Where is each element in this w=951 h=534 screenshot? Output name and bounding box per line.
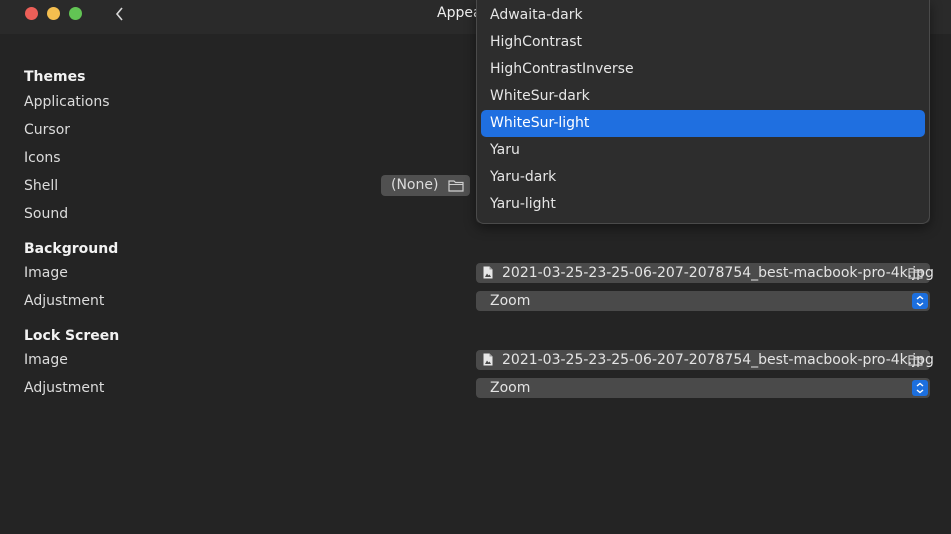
- dropdown-item-label: HighContrast: [490, 34, 582, 50]
- dropdown-item-label: Yaru: [490, 142, 520, 158]
- dropdown-item-yaru-dark[interactable]: Yaru-dark: [481, 164, 925, 191]
- background-adjustment-value: Zoom: [490, 293, 531, 309]
- dropdown-item-label: HighContrastInverse: [490, 61, 634, 77]
- lock-screen-image-chooser[interactable]: 2021-03-25-23-25-06-207-2078754_best-mac…: [476, 350, 934, 370]
- lock-screen-image-filename: 2021-03-25-23-25-06-207-2078754_best-mac…: [502, 352, 934, 368]
- background-image-filename: 2021-03-25-23-25-06-207-2078754_best-mac…: [502, 265, 934, 281]
- theme-dropdown-popup: Adwaita-dark HighContrast HighContrastIn…: [476, 0, 930, 224]
- lock-screen-image-label: Image: [24, 352, 68, 368]
- dropdown-item-yaru-light[interactable]: Yaru-light: [481, 191, 925, 218]
- dropdown-item-label: Adwaita-dark: [490, 7, 583, 23]
- back-button[interactable]: [112, 3, 128, 25]
- background-image-chooser[interactable]: 2021-03-25-23-25-06-207-2078754_best-mac…: [476, 263, 934, 283]
- dropdown-item-label: Yaru-light: [490, 196, 556, 212]
- dropdown-item-adwaita-dark[interactable]: Adwaita-dark: [481, 2, 925, 29]
- sound-label: Sound: [24, 206, 69, 222]
- close-window-button[interactable]: [25, 7, 38, 20]
- dropdown-item-label: Yaru-dark: [490, 169, 557, 185]
- themes-heading: Themes: [24, 69, 86, 85]
- chevron-left-icon: [115, 7, 123, 21]
- background-adjustment-label: Adjustment: [24, 293, 105, 309]
- cursor-label: Cursor: [24, 122, 71, 138]
- shell-file-chooser-button[interactable]: (None): [381, 175, 470, 196]
- image-file-icon: [483, 353, 493, 366]
- minimize-window-button[interactable]: [47, 7, 60, 20]
- folder-icon: [448, 180, 464, 192]
- lock-screen-adjustment-value: Zoom: [490, 380, 531, 396]
- updown-arrows-icon: [912, 293, 928, 309]
- background-adjustment-combobox[interactable]: Zoom: [476, 291, 930, 311]
- applications-label: Applications: [24, 94, 110, 110]
- updown-arrows-icon: [912, 380, 928, 396]
- dropdown-item-highcontrastinverse[interactable]: HighContrastInverse: [481, 56, 925, 83]
- appearance-window: Appearance Themes Applications Cursor Ic…: [0, 0, 951, 534]
- background-image-label: Image: [24, 265, 68, 281]
- dropdown-item-highcontrast[interactable]: HighContrast: [481, 29, 925, 56]
- dropdown-item-yaru[interactable]: Yaru: [481, 137, 925, 164]
- lock-screen-adjustment-combobox[interactable]: Zoom: [476, 378, 930, 398]
- lock-screen-heading: Lock Screen: [24, 328, 120, 344]
- folder-icon: [908, 355, 923, 366]
- dropdown-item-whitesur-light[interactable]: WhiteSur-light: [481, 110, 925, 137]
- shell-label: Shell: [24, 178, 59, 194]
- background-heading: Background: [24, 241, 119, 257]
- shell-file-value: (None): [391, 177, 439, 193]
- lock-screen-adjustment-label: Adjustment: [24, 380, 105, 396]
- folder-icon: [908, 268, 923, 279]
- dropdown-item-label: WhiteSur-dark: [490, 88, 590, 104]
- dropdown-item-label: WhiteSur-light: [490, 115, 590, 131]
- icons-label: Icons: [24, 150, 61, 166]
- dropdown-item-whitesur-dark[interactable]: WhiteSur-dark: [481, 83, 925, 110]
- image-file-icon: [483, 266, 493, 279]
- maximize-window-button[interactable]: [69, 7, 82, 20]
